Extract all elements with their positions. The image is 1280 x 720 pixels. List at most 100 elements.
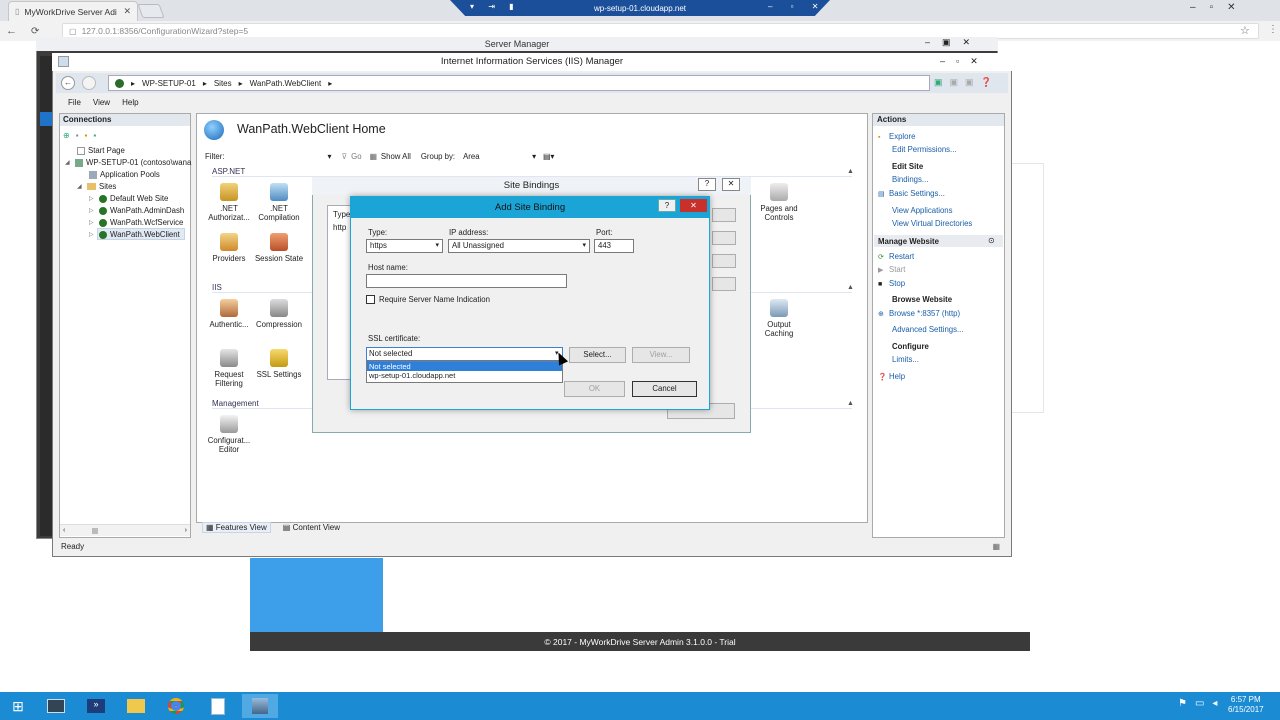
action-stop[interactable]: ■ Stop [878,279,905,288]
tree-item-default-web-site[interactable]: ▷ Default Web Site [89,194,168,203]
feature-ssl-settings[interactable]: SSL Settings [252,349,306,379]
connect-icon[interactable]: ⊕ [63,131,70,140]
feature-net-authorization[interactable]: .NET Authorizat... [202,183,256,222]
tree-item-sites[interactable]: ◢ Sites [77,182,116,191]
action-view-applications[interactable]: View Applications [892,206,953,215]
sni-checkbox[interactable] [366,295,375,304]
forward-button[interactable] [82,76,96,90]
help-icon[interactable]: ❓ [981,77,992,88]
collapse-icon[interactable]: ◢ [65,159,72,166]
binding-row-type[interactable]: http [333,223,346,232]
chevron-down-icon[interactable]: ▾ [328,152,332,161]
taskbar-server-manager[interactable] [38,694,74,718]
maximize-icon[interactable]: ▫ [956,56,959,67]
group-by-select[interactable]: Area [463,152,528,161]
menu-file[interactable]: File [68,98,81,107]
action-advanced-settings[interactable]: Advanced Settings... [892,325,964,334]
feature-net-compilation[interactable]: .NET Compilation [252,183,306,222]
go-button[interactable]: Go [351,152,361,161]
scroll-left-icon[interactable]: ‹ [63,527,65,534]
iis-window-controls[interactable]: – ▫ ✕ [940,56,978,67]
expand-icon[interactable]: ▷ [89,195,96,202]
taskbar-notepad[interactable] [200,694,236,718]
view-certificate-button[interactable]: View... [632,347,690,363]
feature-pages-controls[interactable]: Pages and Controls [752,183,806,222]
action-bindings[interactable]: Bindings... [892,175,928,184]
taskbar-file-explorer[interactable] [118,694,154,718]
tree-item-start-page[interactable]: Start Page [77,146,125,155]
page-info-icon[interactable]: ▢ [69,27,77,36]
folder-icon[interactable]: ▪ [85,131,88,140]
close-button[interactable]: ✕ [680,199,707,212]
action-limits[interactable]: Limits... [892,355,919,364]
cancel-button[interactable]: Cancel [632,381,697,397]
stop-icon[interactable]: ▣ [950,77,959,88]
tree-item-webclient[interactable]: ▷ WanPath.WebClient [89,230,180,239]
minimize-icon[interactable]: – [925,37,930,48]
save-icon[interactable]: ▪ [76,131,79,140]
collapse-icon[interactable]: ⊙ [988,236,995,245]
feature-config-editor[interactable]: Configurat... Editor [202,415,256,454]
collapse-icon[interactable]: ◢ [77,183,84,190]
system-clock[interactable]: 6:57 PM 6/15/2017 [1228,695,1264,715]
taskbar-chrome[interactable] [158,694,194,718]
server-manager-window-controls[interactable]: – ▣ ✕ [925,37,970,48]
tab-content-view[interactable]: ▤ Content View [283,523,340,532]
close-icon[interactable]: ✕ [123,6,131,17]
ssl-option-certificate[interactable]: wp-setup-01.cloudapp.net [367,371,562,381]
feature-providers[interactable]: Providers [202,233,256,263]
action-browse[interactable]: ⊕ Browse *:8357 (http) [878,309,960,318]
close-icon[interactable]: ✕ [1227,2,1235,13]
remote-window-controls[interactable]: – ▫ ✕ [768,2,826,11]
view-options-icon[interactable]: ▤▾ [543,152,554,161]
action-explore[interactable]: ▪ Explore [878,132,915,141]
flag-icon[interactable]: ⚑ [1178,698,1187,709]
maximize-icon[interactable]: ▫ [1210,2,1214,13]
server-manager-sidebar-item[interactable] [40,112,52,126]
taskbar-powershell[interactable]: » [78,694,114,718]
breadcrumb-item[interactable]: Sites [214,79,232,88]
feature-compression[interactable]: Compression [252,299,306,329]
help-button[interactable]: ? [658,199,676,212]
action-restart[interactable]: ⟳ Restart [878,252,914,261]
ip-address-select[interactable]: All Unassigned ▾ [448,239,590,253]
star-icon[interactable]: ☆ [1240,24,1250,37]
close-button[interactable]: ✕ [722,178,740,191]
action-help[interactable]: ❓ Help [878,372,905,381]
network-icon[interactable]: ▭ [1195,698,1204,709]
go-icon[interactable]: ⊽ [341,152,347,161]
host-name-input[interactable] [366,274,567,288]
scroll-thumb[interactable] [92,527,98,534]
close-icon[interactable]: ✕ [963,37,971,48]
menu-help[interactable]: Help [122,98,138,107]
collapse-icon[interactable]: ▲ [847,284,854,291]
action-edit-permissions[interactable]: Edit Permissions... [892,145,957,154]
feature-authentication[interactable]: Authentic... [202,299,256,329]
show-all-icon[interactable]: ▦ [370,152,377,161]
breadcrumb-item[interactable]: WanPath.WebClient [250,79,322,88]
show-all-button[interactable]: Show All [381,152,411,161]
action-start[interactable]: ▶ Start [878,265,905,274]
scroll-right-icon[interactable]: › [185,527,187,534]
add-binding-button[interactable] [712,208,736,222]
collapse-icon[interactable]: ▲ [847,400,854,407]
back-arrow-icon[interactable]: ← [6,25,17,37]
type-select[interactable]: https ▾ [366,239,443,253]
ok-button[interactable]: OK [564,381,625,397]
filter-input[interactable] [229,150,324,162]
collapse-icon[interactable]: ▲ [847,168,854,175]
action-view-virtual-directories[interactable]: View Virtual Directories [892,219,972,228]
start-button[interactable]: ⊞ [0,694,36,718]
network-icon[interactable]: ▪ [93,131,96,140]
tab-features-view[interactable]: ▦ Features View [202,521,271,533]
feature-request-filtering[interactable]: Request Filtering [202,349,256,388]
browse-binding-button[interactable] [712,277,736,291]
select-certificate-button[interactable]: Select... [569,347,626,363]
menu-icon[interactable]: ⋮ [1268,24,1278,35]
tree-item-application-pools[interactable]: Application Pools [89,170,160,179]
expand-icon[interactable]: ▷ [89,207,96,214]
ssl-option-not-selected[interactable]: Not selected [367,362,562,371]
breadcrumb-item[interactable]: WP-SETUP-01 [142,79,196,88]
feature-session-state[interactable]: Session State [252,233,306,263]
expand-icon[interactable]: ▷ [89,231,96,238]
